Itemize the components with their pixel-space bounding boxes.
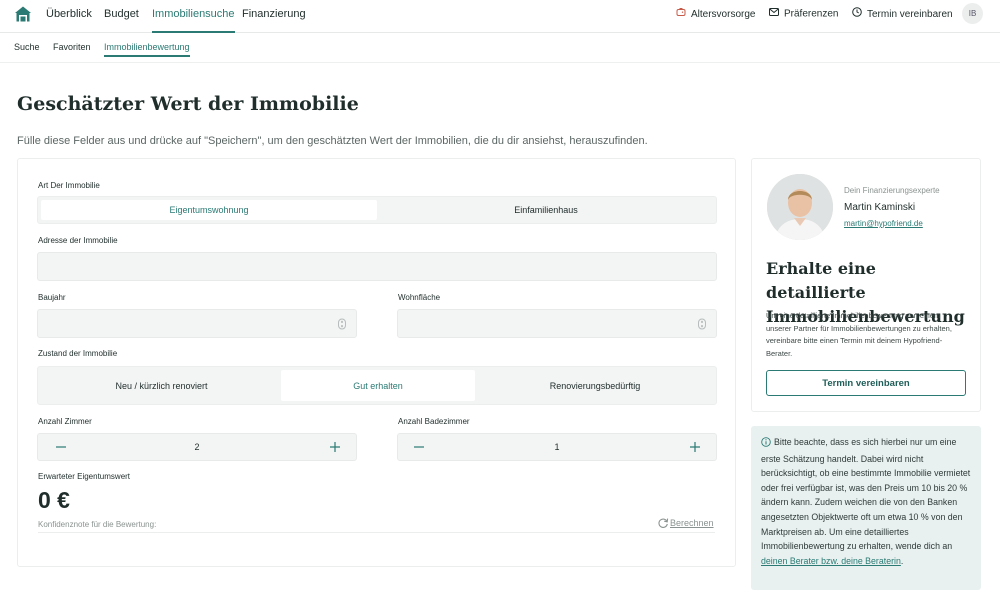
wohnflaeche-spinner-icon[interactable] (698, 318, 706, 329)
home-logo-icon[interactable] (14, 5, 32, 23)
note-end: . (900, 555, 904, 566)
wohnflaeche-label: Wohnfläche (398, 293, 441, 302)
berater-link[interactable]: deinen Berater bzw. deine Beraterin (761, 556, 901, 566)
subnav-immobilienbewertung[interactable]: Immobilienbewertung (104, 40, 190, 57)
expert-card: Dein Finanzierungsexperte Martin Kaminsk… (751, 158, 981, 412)
konfidenz-label: Konfidenznote für die Bewertung: (38, 520, 157, 529)
bad-value: 1 (554, 442, 560, 452)
berechnen-button[interactable]: Berechnen (657, 517, 714, 529)
wohnflaeche-input[interactable] (397, 309, 717, 338)
zimmer-minus-icon[interactable] (46, 434, 76, 460)
baujahr-input[interactable] (37, 309, 357, 338)
baujahr-spinner-icon[interactable] (338, 318, 346, 329)
termin-vereinbaren-button[interactable]: Termin vereinbaren (766, 370, 966, 396)
altersvorsorge-label: Altersvorsorge (691, 9, 756, 21)
piggy-bank-icon (676, 7, 686, 22)
zimmer-plus-icon[interactable] (320, 434, 350, 460)
altersvorsorge-link[interactable]: Altersvorsorge (676, 7, 755, 21)
ergebnis-label: Erwarteter Eigentumswert (38, 472, 131, 481)
user-avatar[interactable]: IB (962, 3, 983, 24)
adresse-label: Adresse der Immobilie (38, 236, 118, 245)
expert-email-link[interactable]: martin@hypofriend.de (844, 219, 923, 228)
art-label: Art Der Immobilie (38, 181, 100, 190)
bad-minus-icon[interactable] (404, 434, 434, 460)
zustand-label: Zustand der Immobilie (38, 349, 118, 358)
valuation-form: Art Der Immobilie Eigentumswohnung Einfa… (17, 158, 736, 567)
expert-avatar (767, 174, 833, 240)
result-divider (38, 532, 715, 533)
zustand-option-gut[interactable]: Gut erhalten (281, 370, 475, 401)
page-description: Fülle diese Felder aus und drücke auf "S… (17, 135, 648, 147)
art-option-eigentumswohnung[interactable]: Eigentumswohnung (41, 200, 377, 220)
zustand-option-renovierung[interactable]: Renovierungsbedürftig (477, 370, 713, 401)
adresse-input[interactable] (37, 252, 717, 281)
clock-icon (852, 7, 862, 22)
note-text: Bitte beachte, dass es sich hierbei nur … (761, 437, 971, 552)
page-title: Geschätzter Wert der Immobilie (17, 93, 359, 115)
zustand-segmented-control: Neu / kürzlich renoviert Gut erhalten Re… (37, 366, 717, 405)
termin-label: Termin vereinbaren (867, 9, 953, 21)
disclaimer-note: Bitte beachte, dass es sich hierbei nur … (751, 426, 981, 590)
art-option-einfamilienhaus[interactable]: Einfamilienhaus (378, 200, 714, 220)
berechnen-label: Berechnen (670, 518, 714, 528)
praeferenzen-label: Präferenzen (784, 8, 839, 20)
termin-link[interactable]: Termin vereinbaren (852, 7, 953, 21)
art-segmented-control: Eigentumswohnung Einfamilienhaus (37, 196, 717, 224)
nav-ueberblick[interactable]: Überblick (46, 0, 92, 33)
nav-budget[interactable]: Budget (104, 0, 139, 33)
zimmer-stepper: 2 (37, 433, 357, 461)
refresh-icon (658, 518, 669, 528)
zustand-option-neu[interactable]: Neu / kürzlich renoviert (42, 370, 281, 401)
info-icon (761, 437, 771, 452)
bad-label: Anzahl Badezimmer (398, 417, 470, 426)
praeferenzen-link[interactable]: Präferenzen (769, 7, 838, 21)
subnav-suche[interactable]: Suche (14, 40, 40, 54)
top-navigation: Überblick Budget Immobiliensuche Finanzi… (0, 0, 1000, 33)
zimmer-value: 2 (194, 442, 200, 452)
sub-navigation: Suche Favoriten Immobilienbewertung (0, 33, 1000, 63)
baujahr-label: Baujahr (38, 293, 66, 302)
bad-plus-icon[interactable] (680, 434, 710, 460)
expert-role: Dein Finanzierungsexperte (844, 186, 940, 195)
zimmer-label: Anzahl Zimmer (38, 417, 92, 426)
bad-stepper: 1 (397, 433, 717, 461)
ergebnis-value: 0 € (38, 487, 70, 513)
mail-icon (769, 7, 779, 21)
nav-finanzierung[interactable]: Finanzierung (242, 0, 306, 33)
subnav-favoriten[interactable]: Favoriten (53, 40, 91, 54)
nav-immobiliensuche[interactable]: Immobiliensuche (152, 0, 235, 33)
expert-name: Martin Kaminski (844, 202, 916, 213)
expert-description: Um eine detaillierte Immobilienbewertung… (766, 311, 952, 358)
